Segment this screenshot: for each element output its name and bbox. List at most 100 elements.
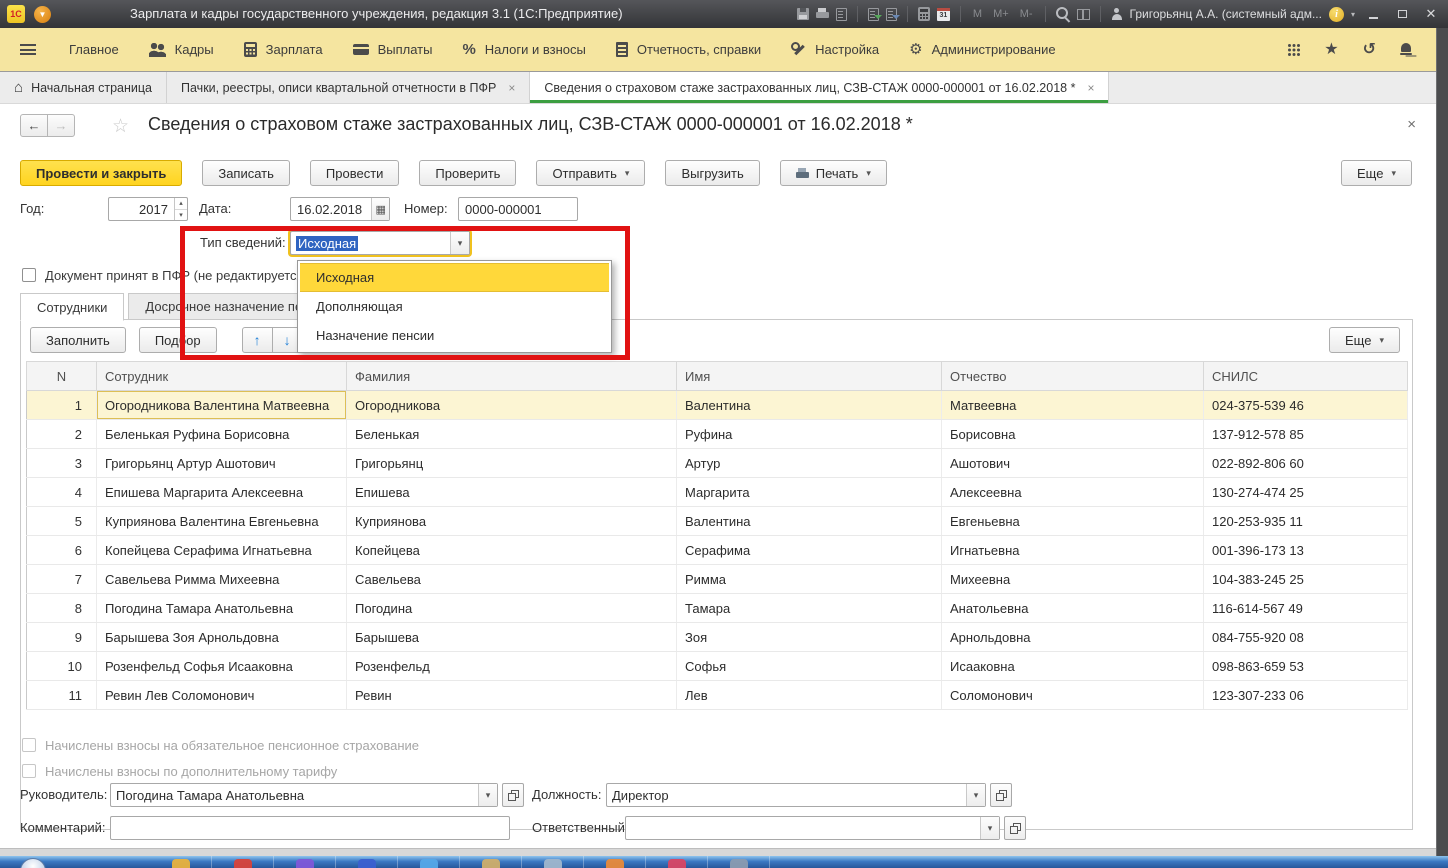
table-row[interactable]: 1Огородникова Валентина МатвеевнаОгородн… xyxy=(27,391,1408,420)
dropdown-option[interactable]: Исходная xyxy=(300,263,609,292)
cell-num[interactable]: 5 xyxy=(27,507,97,536)
chevron-down-icon[interactable]: ▾ xyxy=(478,784,497,806)
cell-snils[interactable]: 137-912-578 85 xyxy=(1204,420,1408,449)
print-icon[interactable] xyxy=(816,8,829,20)
date-input[interactable] xyxy=(291,198,371,220)
column-header-employee[interactable]: Сотрудник xyxy=(97,362,347,391)
spin-down-icon[interactable]: ▾ xyxy=(175,210,187,221)
comment-input[interactable] xyxy=(111,817,509,839)
type-combobox[interactable]: Исходная ▾ xyxy=(290,231,470,255)
cell-full[interactable]: Куприянова Валентина Евгеньевна xyxy=(97,507,347,536)
table-row[interactable]: 9Барышева Зоя АрнольдовнаБарышеваЗояАрно… xyxy=(27,623,1408,652)
year-spinner[interactable]: ▴▾ xyxy=(174,198,187,220)
cell-middle[interactable]: Борисовна xyxy=(942,420,1204,449)
cell-first[interactable]: Лев xyxy=(677,681,942,710)
save-button[interactable]: Записать xyxy=(202,160,290,186)
cell-snils[interactable]: 098-863-659 53 xyxy=(1204,652,1408,681)
cell-middle[interactable]: Ашотович xyxy=(942,449,1204,478)
taskbar-button[interactable] xyxy=(212,856,274,868)
cell-first[interactable]: Маргарита xyxy=(677,478,942,507)
hamburger-menu-icon[interactable] xyxy=(20,44,36,55)
close-window-button[interactable]: ✕ xyxy=(1420,5,1442,23)
cell-snils[interactable]: 120-253-935 11 xyxy=(1204,507,1408,536)
more-table-button[interactable]: Еще▾ xyxy=(1329,327,1400,353)
menu-item-staff[interactable]: Кадры xyxy=(134,28,229,72)
cell-middle[interactable]: Арнольдовна xyxy=(942,623,1204,652)
taskbar-button[interactable] xyxy=(336,856,398,868)
cell-middle[interactable]: Игнатьевна xyxy=(942,536,1204,565)
calendar-picker-icon[interactable]: ▦ xyxy=(371,198,389,220)
send-button[interactable]: Отправить▾ xyxy=(536,160,645,186)
cell-full[interactable]: Григорьянц Артур Ашотович xyxy=(97,449,347,478)
cell-num[interactable]: 2 xyxy=(27,420,97,449)
all-functions-grid-icon[interactable] xyxy=(1288,44,1300,56)
export-button[interactable]: Выгрузить xyxy=(665,160,759,186)
cell-middle[interactable]: Соломонович xyxy=(942,681,1204,710)
calculator-icon[interactable] xyxy=(918,7,930,21)
dropdown-option[interactable]: Дополняющая xyxy=(300,292,609,321)
table-row[interactable]: 5Куприянова Валентина ЕвгеньевнаКуприяно… xyxy=(27,507,1408,536)
cell-snils[interactable]: 130-274-474 25 xyxy=(1204,478,1408,507)
cell-snils[interactable]: 116-614-567 49 xyxy=(1204,594,1408,623)
cell-first[interactable]: Руфина xyxy=(677,420,942,449)
cell-first[interactable]: Тамара xyxy=(677,594,942,623)
taskbar-button[interactable] xyxy=(584,856,646,868)
cell-snils[interactable]: 084-755-920 08 xyxy=(1204,623,1408,652)
cell-last[interactable]: Розенфельд xyxy=(347,652,677,681)
number-input[interactable] xyxy=(459,198,577,220)
cell-snils[interactable]: 024-375-539 46 xyxy=(1204,391,1408,420)
compare-files-icon[interactable] xyxy=(886,8,897,21)
taskbar-button[interactable] xyxy=(460,856,522,868)
cell-snils[interactable]: 104-383-245 25 xyxy=(1204,565,1408,594)
cell-first[interactable]: Зоя xyxy=(677,623,942,652)
cell-snils[interactable]: 022-892-806 60 xyxy=(1204,449,1408,478)
cell-full[interactable]: Погодина Тамара Анатольевна xyxy=(97,594,347,623)
cell-num[interactable]: 10 xyxy=(27,652,97,681)
additional-tariff-checkbox[interactable] xyxy=(22,764,36,778)
close-form-icon[interactable]: × xyxy=(1407,116,1416,133)
tab-szv-staj[interactable]: Сведения о страховом стаже застрахованны… xyxy=(530,72,1109,103)
main-menu-orb-icon[interactable]: ▼ xyxy=(34,6,51,23)
move-up-icon[interactable]: ↑ xyxy=(242,327,273,353)
cell-num[interactable]: 6 xyxy=(27,536,97,565)
head-combobox[interactable]: Погодина Тамара Анатольевна ▾ xyxy=(110,783,498,807)
close-tab-icon[interactable]: × xyxy=(508,81,515,95)
column-header-n[interactable]: N xyxy=(27,362,97,391)
table-row[interactable]: 3Григорьянц Артур АшотовичГригорьянцАрту… xyxy=(27,449,1408,478)
cell-first[interactable]: Валентина xyxy=(677,507,942,536)
column-header-lastname[interactable]: Фамилия xyxy=(347,362,677,391)
cell-snils[interactable]: 123-307-233 06 xyxy=(1204,681,1408,710)
open-position-icon[interactable] xyxy=(990,783,1012,807)
forward-button[interactable]: → xyxy=(47,114,75,137)
minimize-button[interactable] xyxy=(1362,5,1384,23)
cell-first[interactable]: Серафима xyxy=(677,536,942,565)
date-field[interactable]: ▦ xyxy=(290,197,390,221)
chevron-down-icon[interactable]: ▾ xyxy=(980,817,999,839)
responsible-combobox[interactable]: ▾ xyxy=(625,816,1000,840)
cell-first[interactable]: Валентина xyxy=(677,391,942,420)
cell-middle[interactable]: Анатольевна xyxy=(942,594,1204,623)
tab-pfr-batches[interactable]: Пачки, реестры, описи квартальной отчетн… xyxy=(167,72,530,103)
menu-item-payments[interactable]: Выплаты xyxy=(338,28,448,72)
print-preview-icon[interactable] xyxy=(836,8,847,21)
calendar-icon[interactable] xyxy=(937,8,950,21)
table-row[interactable]: 10Розенфельд Софья ИсааковнаРозенфельдСо… xyxy=(27,652,1408,681)
fill-button[interactable]: Заполнить xyxy=(30,327,126,353)
cell-last[interactable]: Барышева xyxy=(347,623,677,652)
maximize-button[interactable] xyxy=(1391,5,1413,23)
cell-last[interactable]: Савельева xyxy=(347,565,677,594)
tab-employees[interactable]: Сотрудники xyxy=(20,293,124,321)
cell-num[interactable]: 7 xyxy=(27,565,97,594)
cell-middle[interactable]: Алексеевна xyxy=(942,478,1204,507)
favorite-star-icon[interactable]: ☆ xyxy=(112,115,129,138)
cell-full[interactable]: Барышева Зоя Арнольдовна xyxy=(97,623,347,652)
table-row[interactable]: 8Погодина Тамара АнатольевнаПогодинаТама… xyxy=(27,594,1408,623)
comment-field[interactable] xyxy=(110,816,510,840)
table-row[interactable]: 6Копейцева Серафима ИгнатьевнаКопейцеваС… xyxy=(27,536,1408,565)
menu-item-administration[interactable]: ⚙Администрирование xyxy=(894,28,1070,72)
cell-first[interactable]: Римма xyxy=(677,565,942,594)
menu-item-main[interactable]: Главное xyxy=(54,28,134,72)
save-icon[interactable] xyxy=(797,8,809,20)
cell-num[interactable]: 4 xyxy=(27,478,97,507)
post-button[interactable]: Провести xyxy=(310,160,400,186)
